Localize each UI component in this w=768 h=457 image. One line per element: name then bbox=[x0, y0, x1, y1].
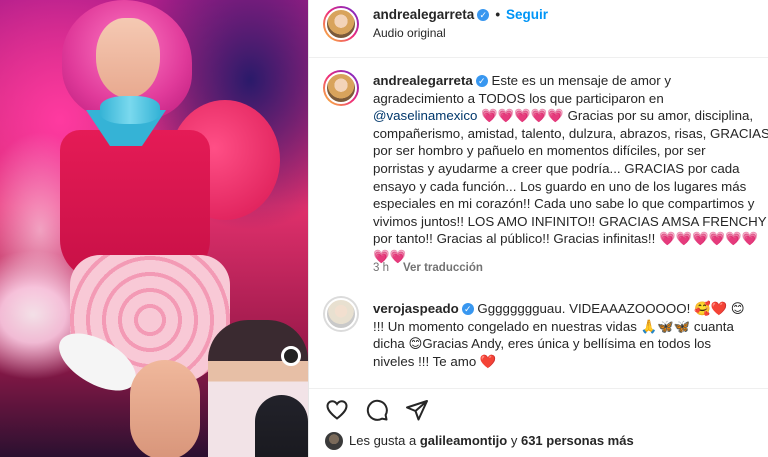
verified-icon: ✓ bbox=[477, 9, 490, 21]
caption-username[interactable]: andrealegarreta bbox=[373, 73, 473, 88]
caption-line: porristas y ayudarme a creer que podría.… bbox=[373, 160, 740, 176]
comment-text: verojaspeado ✓ Gggggggguau. VIDEAAAZOOOOO… bbox=[373, 300, 768, 370]
caption-line: vivimos juntos!! LOS AMO INFINITO!! GRAC… bbox=[373, 213, 767, 229]
post-header: andrealegarreta ✓ • Seguir Audio original bbox=[309, 0, 768, 58]
caption-line: compañerismo, amistad, talento, dulzura,… bbox=[373, 125, 768, 141]
likes-prefix: Les gusta a bbox=[349, 433, 420, 448]
follow-button[interactable]: Seguir bbox=[506, 7, 548, 22]
post-media[interactable] bbox=[0, 0, 308, 457]
caption-line: especiales en mi corazón!! Cada uno sabe… bbox=[373, 196, 755, 212]
liker-username[interactable]: galileamontijo bbox=[420, 433, 507, 448]
commenter-avatar[interactable] bbox=[323, 296, 359, 332]
caption-time[interactable]: 3 h bbox=[373, 262, 389, 274]
heart-icon[interactable] bbox=[325, 398, 349, 422]
verified-icon: ✓ bbox=[475, 75, 488, 87]
comment-line: Gggggggguau. VIDEAAAZOOOOO! 🥰❤️ 😊 bbox=[473, 301, 745, 316]
mention-link[interactable]: @vaselinamexico bbox=[373, 108, 477, 123]
caption-line: por tanto!! Gracias al público!! Gracias… bbox=[373, 231, 759, 264]
caption-line: Este es un mensaje de amor y bbox=[487, 73, 672, 88]
likes-summary: Les gusta a galileamontijo y 631 persona… bbox=[325, 432, 634, 450]
caption-line: por ser hombro y pañuelo en momentos dif… bbox=[373, 143, 706, 159]
likes-count[interactable]: 631 personas más bbox=[521, 433, 634, 448]
audio-label[interactable]: Audio original bbox=[373, 26, 446, 40]
action-bar bbox=[309, 388, 768, 428]
separator-dot: • bbox=[495, 7, 501, 22]
caption-avatar[interactable] bbox=[323, 70, 359, 106]
dancer-face bbox=[96, 18, 160, 98]
caption-line: agradecimiento a TODOS los que participa… bbox=[373, 90, 664, 106]
verified-icon: ✓ bbox=[461, 303, 474, 315]
share-icon[interactable] bbox=[405, 398, 429, 422]
comment-icon[interactable] bbox=[365, 398, 389, 422]
translate-link[interactable]: Ver traducción bbox=[403, 262, 483, 274]
comment-line: dicha 😊Gracias Andy, eres única y bellís… bbox=[373, 336, 712, 352]
post-panel: andrealegarreta ✓ • Seguir Audio original a… bbox=[308, 0, 768, 457]
caption-line: 💗💗💗💗💗 Gracias por su amor, disciplina, bbox=[477, 108, 754, 124]
dancer-leg bbox=[130, 360, 200, 457]
author-avatar[interactable] bbox=[323, 6, 359, 42]
comment-line: !!! Un momento congelado en nuestras vid… bbox=[373, 318, 734, 334]
background-dancer bbox=[255, 395, 308, 457]
author-username[interactable]: andrealegarreta bbox=[373, 7, 474, 22]
author-line: andrealegarreta ✓ • Seguir bbox=[373, 7, 548, 22]
likes-connector: y bbox=[507, 433, 521, 448]
liker-avatar[interactable] bbox=[325, 432, 343, 450]
commenter-username[interactable]: verojaspeado bbox=[373, 301, 459, 316]
caption-meta: 3 h Ver traducción bbox=[373, 262, 483, 274]
dancer-bow bbox=[100, 96, 160, 124]
media-indicator-icon[interactable] bbox=[281, 346, 301, 366]
comment-line: niveles !!! Te amo ❤️ bbox=[373, 353, 497, 369]
caption-line: ensayo y cada función... Los guardo en u… bbox=[373, 178, 747, 194]
caption-text: andrealegarreta ✓ Este es un mensaje de a… bbox=[373, 72, 768, 266]
